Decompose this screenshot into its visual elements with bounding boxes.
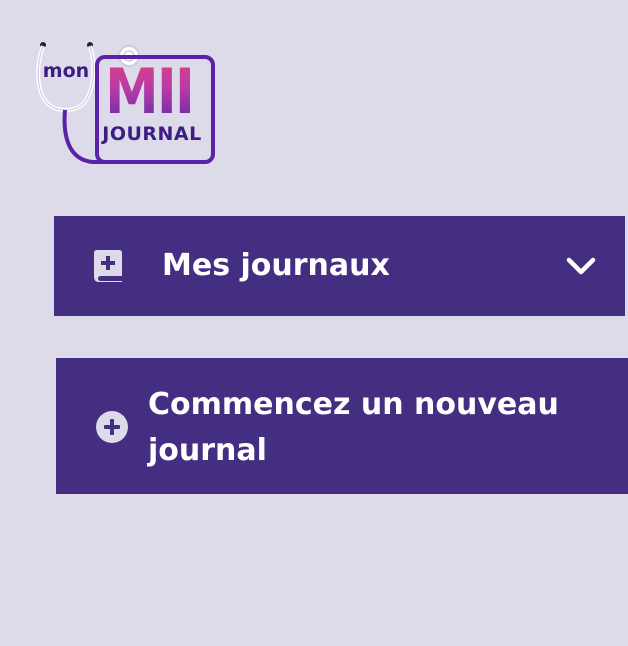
logo-title: MII bbox=[97, 57, 201, 127]
menu-new-journal[interactable]: Commencez un nouveau journal bbox=[56, 358, 628, 494]
menu-my-journals-label: Mes journaux bbox=[162, 248, 390, 283]
chevron-down-icon[interactable] bbox=[565, 254, 597, 278]
logo-subtitle: JOURNAL bbox=[102, 123, 202, 145]
logo-prefix: mon bbox=[42, 60, 90, 82]
plus-circle-icon bbox=[96, 411, 128, 443]
menu-new-journal-label: Commencez un nouveau journal bbox=[148, 387, 559, 468]
app-root: mon MII JOURNAL Mes journaux Commencez u… bbox=[0, 0, 628, 646]
menu-my-journals[interactable]: Mes journaux bbox=[54, 216, 625, 316]
book-plus-icon bbox=[94, 250, 122, 282]
app-logo[interactable]: mon MII JOURNAL bbox=[33, 38, 223, 168]
